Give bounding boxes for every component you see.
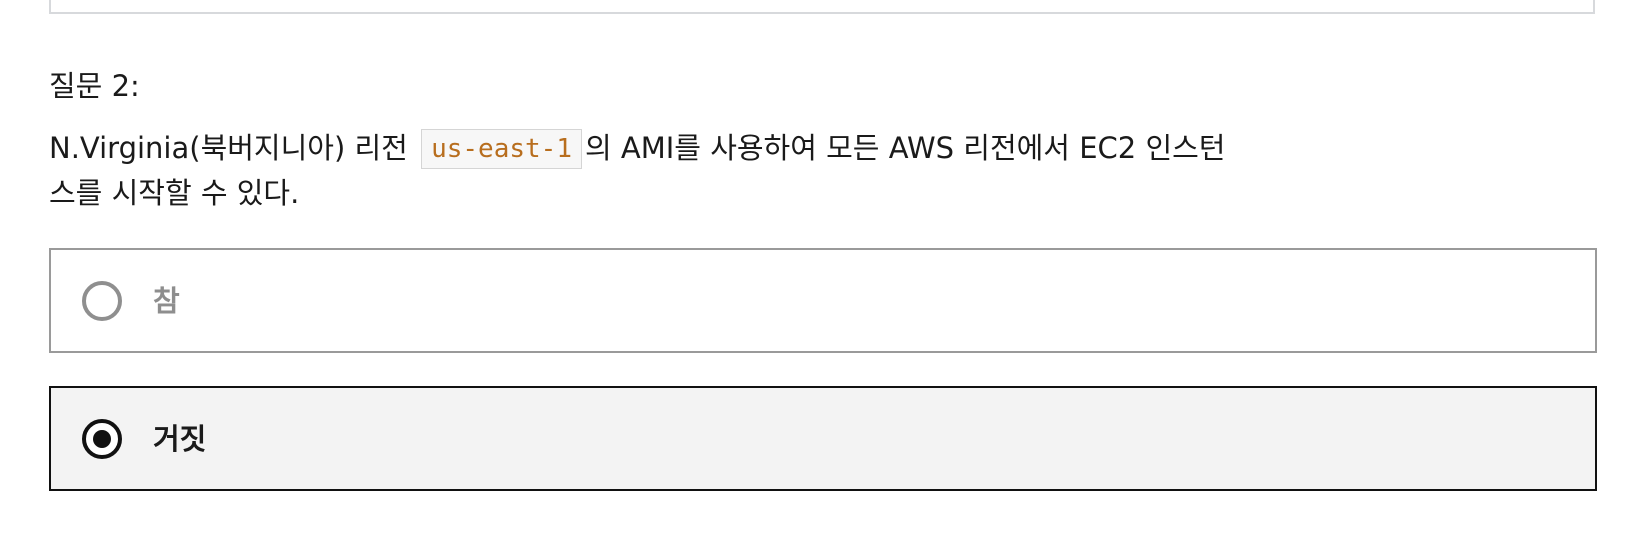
region-code: us-east-1	[421, 129, 582, 169]
answer-option-label: 참	[153, 283, 180, 318]
question-text: N.Virginia(북버지니아) 리전 us-east-1 의 AMI를 사용하…	[49, 126, 1249, 216]
radio-unchecked-icon[interactable]	[82, 280, 122, 321]
answer-option-true[interactable]: 참	[49, 248, 1597, 353]
question-number-label: 질문 2:	[49, 69, 140, 103]
radio-checked-icon[interactable]	[82, 418, 122, 459]
question-text-before: N.Virginia(북버지니아) 리전	[49, 131, 418, 165]
previous-question-option-box	[49, 0, 1595, 14]
answer-option-false[interactable]: 거짓	[49, 386, 1597, 491]
answer-option-label: 거짓	[153, 421, 207, 456]
radio-dot-icon	[93, 429, 111, 448]
